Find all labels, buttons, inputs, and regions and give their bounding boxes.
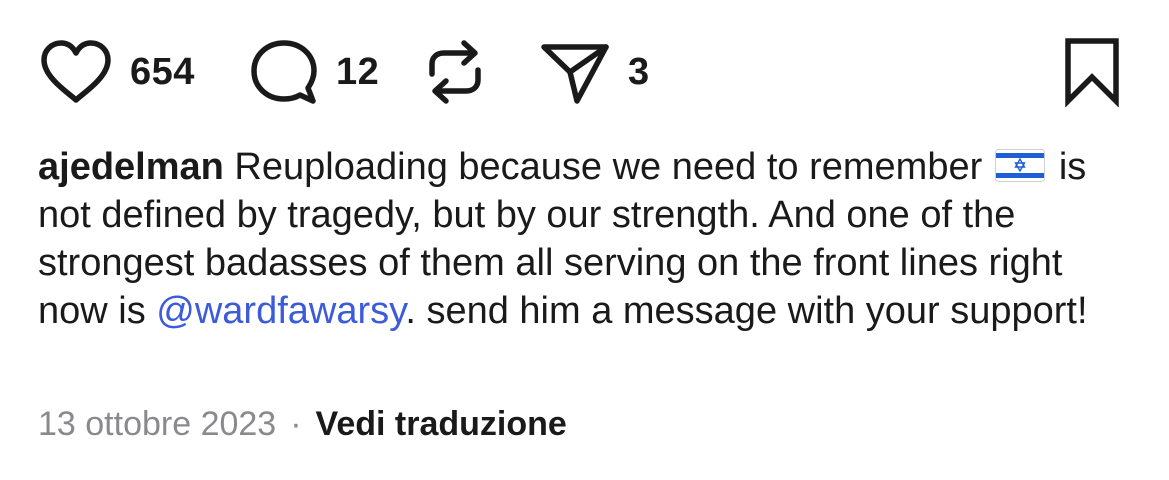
post-action-bar: 654 12 3 — [40, 34, 1130, 110]
meta-separator: · — [290, 405, 302, 443]
caption-text-part3: . send him a message with your support! — [405, 290, 1088, 332]
post-date: 13 ottobre 2023 — [38, 405, 277, 443]
post-caption: ajedelman Reuploading because we need to… — [38, 143, 1138, 335]
share-button[interactable]: 3 — [540, 34, 650, 110]
paper-plane-icon — [540, 39, 610, 105]
share-count: 3 — [628, 50, 650, 93]
comment-button[interactable]: 12 — [250, 34, 379, 110]
comment-bubble-icon — [250, 38, 318, 106]
translate-link[interactable]: Vedi traduzione — [316, 405, 567, 443]
repost-button[interactable] — [424, 34, 486, 110]
caption-mention-link[interactable]: @wardfawarsy — [156, 290, 405, 332]
repost-icon — [424, 38, 486, 106]
caption-text-part1: Reuploading because we need to remember — [223, 146, 993, 188]
like-count: 654 — [130, 50, 195, 93]
bookmark-icon — [1064, 37, 1120, 107]
comment-count: 12 — [336, 50, 380, 93]
heart-icon — [40, 40, 112, 104]
save-button[interactable] — [1064, 34, 1120, 110]
like-button[interactable]: 654 — [40, 34, 195, 110]
israel-flag-icon — [994, 146, 1045, 182]
post-meta: 13 ottobre 2023 · Vedi traduzione — [38, 402, 567, 446]
caption-username[interactable]: ajedelman — [38, 146, 224, 188]
